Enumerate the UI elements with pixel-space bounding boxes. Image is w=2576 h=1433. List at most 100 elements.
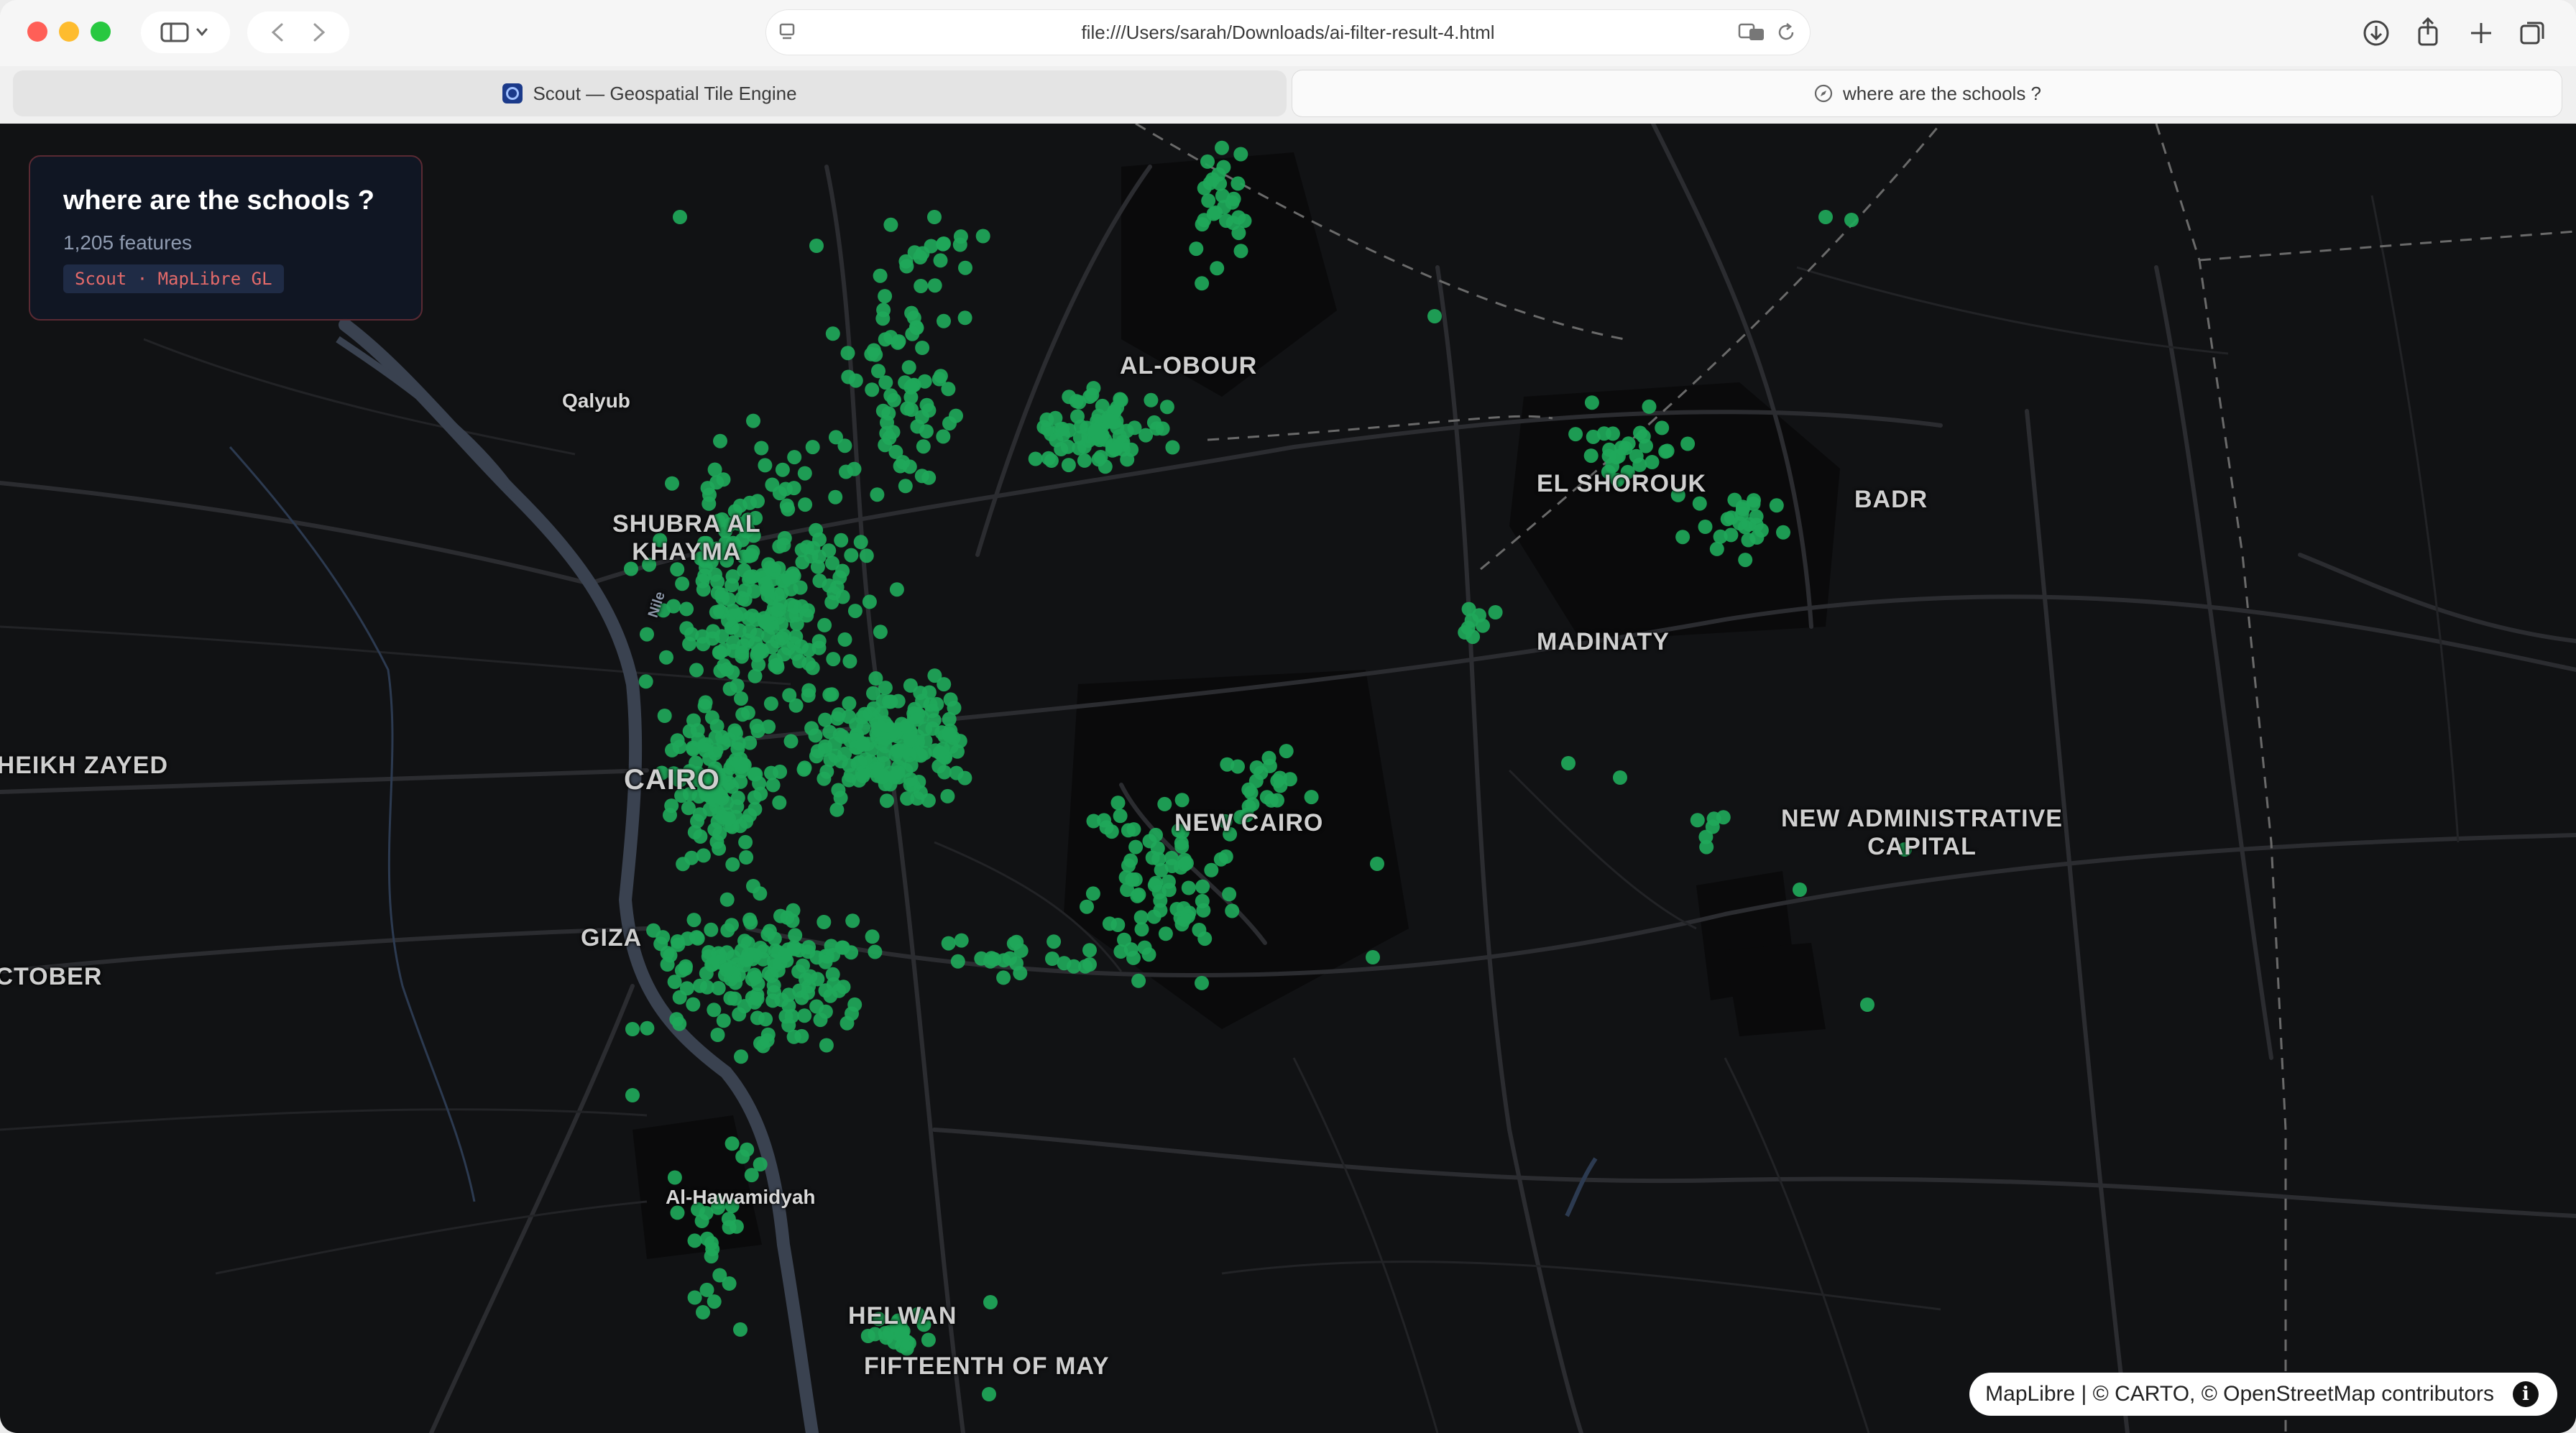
school-point[interactable] xyxy=(681,801,696,816)
school-point[interactable] xyxy=(866,701,881,716)
school-point[interactable] xyxy=(774,617,788,632)
school-point[interactable] xyxy=(824,687,840,702)
school-point[interactable] xyxy=(975,229,990,244)
school-point[interactable] xyxy=(743,915,758,930)
school-point[interactable] xyxy=(675,576,690,591)
school-point[interactable] xyxy=(673,210,687,224)
school-point[interactable] xyxy=(1754,523,1769,538)
school-point[interactable] xyxy=(1735,502,1750,517)
school-point[interactable] xyxy=(873,625,888,640)
school-point[interactable] xyxy=(638,674,653,689)
school-point[interactable] xyxy=(1200,154,1215,169)
school-point[interactable] xyxy=(727,723,742,738)
school-point[interactable] xyxy=(705,957,720,972)
school-point[interactable] xyxy=(878,332,893,347)
school-point[interactable] xyxy=(798,497,813,512)
school-point[interactable] xyxy=(865,382,880,397)
school-point[interactable] xyxy=(722,1220,737,1235)
school-point[interactable] xyxy=(996,970,1011,985)
school-point[interactable] xyxy=(710,1028,725,1042)
school-point[interactable] xyxy=(929,696,944,711)
school-point[interactable] xyxy=(1092,433,1107,448)
school-point[interactable] xyxy=(781,987,796,1003)
school-point[interactable] xyxy=(1069,394,1084,409)
school-point[interactable] xyxy=(687,1290,702,1305)
school-point[interactable] xyxy=(750,1010,765,1026)
sidebar-toggle-button[interactable] xyxy=(141,11,230,53)
school-point[interactable] xyxy=(1241,782,1256,797)
school-point[interactable] xyxy=(835,589,850,604)
school-point[interactable] xyxy=(866,343,881,358)
school-point[interactable] xyxy=(1716,810,1731,825)
school-point[interactable] xyxy=(926,713,942,728)
tab-schools[interactable]: where are the schools ? xyxy=(1292,70,2562,116)
school-point[interactable] xyxy=(1230,759,1245,774)
school-point[interactable] xyxy=(1216,160,1231,175)
school-point[interactable] xyxy=(758,458,773,473)
school-point[interactable] xyxy=(1045,952,1059,966)
school-point[interactable] xyxy=(1073,419,1088,434)
school-point[interactable] xyxy=(773,956,788,970)
share-icon[interactable] xyxy=(2412,16,2444,47)
school-point[interactable] xyxy=(868,944,883,959)
school-point[interactable] xyxy=(936,429,951,444)
school-point[interactable] xyxy=(1568,427,1583,442)
school-point[interactable] xyxy=(1195,893,1210,908)
school-point[interactable] xyxy=(1179,856,1194,871)
school-point[interactable] xyxy=(845,913,860,929)
school-point[interactable] xyxy=(794,543,809,558)
school-point[interactable] xyxy=(862,594,877,609)
school-point[interactable] xyxy=(1225,903,1240,918)
school-point[interactable] xyxy=(1370,857,1384,871)
school-point[interactable] xyxy=(842,654,857,669)
school-point[interactable] xyxy=(883,694,898,709)
school-point[interactable] xyxy=(1464,613,1479,628)
school-point[interactable] xyxy=(880,718,894,733)
school-point[interactable] xyxy=(891,334,906,349)
school-point[interactable] xyxy=(1131,888,1146,902)
school-point[interactable] xyxy=(1006,936,1021,951)
school-point[interactable] xyxy=(1102,413,1117,428)
school-point[interactable] xyxy=(740,633,755,648)
school-point[interactable] xyxy=(1618,441,1633,456)
school-point[interactable] xyxy=(775,462,790,477)
school-point[interactable] xyxy=(952,237,967,252)
school-point[interactable] xyxy=(1724,527,1739,543)
school-point[interactable] xyxy=(958,260,972,275)
school-point[interactable] xyxy=(1230,176,1246,191)
school-point[interactable] xyxy=(805,440,820,455)
school-point[interactable] xyxy=(772,795,787,810)
school-point[interactable] xyxy=(834,533,849,548)
school-point[interactable] xyxy=(809,522,824,538)
school-point[interactable] xyxy=(927,210,942,224)
school-point[interactable] xyxy=(1690,813,1705,828)
school-point[interactable] xyxy=(1613,770,1627,785)
school-point[interactable] xyxy=(825,326,840,341)
reload-icon[interactable] xyxy=(1775,22,1797,43)
new-tab-icon[interactable] xyxy=(2465,17,2497,49)
school-point[interactable] xyxy=(932,372,947,387)
school-point[interactable] xyxy=(859,548,874,563)
school-point[interactable] xyxy=(1061,458,1076,473)
school-point[interactable] xyxy=(901,360,916,375)
school-point[interactable] xyxy=(909,712,924,727)
school-point[interactable] xyxy=(797,466,812,481)
school-point[interactable] xyxy=(1099,820,1114,835)
school-point[interactable] xyxy=(684,850,699,865)
school-point[interactable] xyxy=(765,477,780,492)
school-point[interactable] xyxy=(1134,922,1149,937)
school-point[interactable] xyxy=(883,217,898,232)
school-point[interactable] xyxy=(696,1305,710,1319)
school-point[interactable] xyxy=(779,498,794,513)
school-point[interactable] xyxy=(1680,436,1696,451)
school-point[interactable] xyxy=(707,746,722,761)
school-point[interactable] xyxy=(774,585,789,600)
school-point[interactable] xyxy=(1208,205,1223,220)
school-point[interactable] xyxy=(1366,950,1380,964)
school-point[interactable] xyxy=(1131,973,1146,988)
school-point[interactable] xyxy=(809,239,824,253)
school-point[interactable] xyxy=(878,438,893,453)
school-point[interactable] xyxy=(625,1088,640,1102)
school-point[interactable] xyxy=(1174,793,1190,808)
school-point[interactable] xyxy=(734,691,748,706)
